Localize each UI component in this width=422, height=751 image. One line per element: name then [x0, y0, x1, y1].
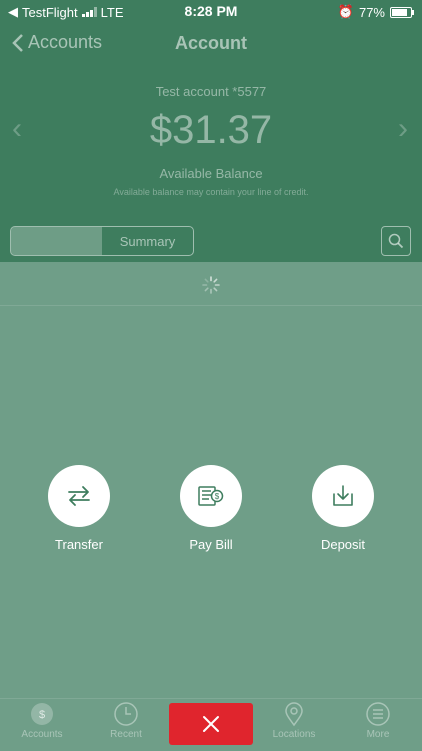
deposit-action[interactable]: Deposit — [293, 465, 393, 552]
search-button[interactable] — [381, 226, 411, 256]
account-name: Test account *5577 — [155, 84, 267, 99]
navigation-bar: Accounts Account — [0, 22, 422, 66]
balance-label: Available Balance — [159, 166, 263, 181]
transfer-action[interactable]: Transfer — [29, 465, 129, 552]
svg-text:$: $ — [215, 492, 220, 501]
tab-bar: $ Accounts Recent Locations More — [0, 698, 422, 751]
deposit-button[interactable] — [312, 465, 374, 527]
location-pin-icon — [281, 701, 307, 727]
clock-icon — [113, 701, 139, 727]
balance-note: Available balance may contain your line … — [113, 187, 309, 197]
deposit-icon — [333, 485, 353, 506]
segment-option-1[interactable] — [11, 227, 102, 255]
tab-more[interactable]: More — [336, 701, 420, 740]
close-actions-button[interactable] — [169, 703, 253, 745]
transfer-icon — [68, 486, 90, 506]
status-right: ⏰ 77% — [337, 4, 414, 20]
pay-bill-action[interactable]: $ Pay Bill — [161, 465, 261, 552]
page-title: Account — [175, 33, 247, 53]
svg-text:$: $ — [39, 709, 45, 721]
accounts-icon: $ — [29, 701, 55, 727]
balance-amount: $31.37 — [149, 108, 273, 152]
tab-locations-label: Locations — [272, 729, 316, 740]
status-bar: ◀ TestFlight LTE 8:28 PM ⏰ 77% — [0, 0, 422, 22]
transfer-label: Transfer — [55, 537, 103, 552]
tab-recent-label: Recent — [110, 729, 142, 740]
segmented-control: Summary — [10, 226, 194, 256]
alarm-icon: ⏰ — [337, 4, 354, 19]
transfer-button[interactable] — [48, 465, 110, 527]
search-icon — [388, 233, 404, 249]
loading-spinner-icon — [202, 276, 220, 294]
segment-summary[interactable]: Summary — [102, 227, 193, 255]
menu-icon — [365, 701, 391, 727]
battery-percent: 77% — [358, 4, 385, 20]
tab-accounts-label: Accounts — [21, 729, 63, 740]
tab-locations[interactable]: Locations — [252, 701, 336, 740]
pay-bill-label: Pay Bill — [189, 537, 233, 552]
pay-bill-icon: $ — [198, 486, 224, 506]
deposit-label: Deposit — [320, 537, 366, 552]
battery-icon — [390, 6, 414, 18]
pay-bill-button[interactable]: $ — [180, 465, 242, 527]
tab-accounts[interactable]: $ Accounts — [0, 701, 84, 740]
tab-recent[interactable]: Recent — [84, 701, 168, 740]
tab-more-label: More — [366, 729, 390, 740]
actions-overlay: Transfer $ Pay Bill Deposit — [0, 262, 422, 698]
close-icon — [203, 716, 219, 732]
divider — [0, 305, 422, 306]
account-header: Accounts Account ‹ › Test account *5577 … — [0, 22, 422, 262]
